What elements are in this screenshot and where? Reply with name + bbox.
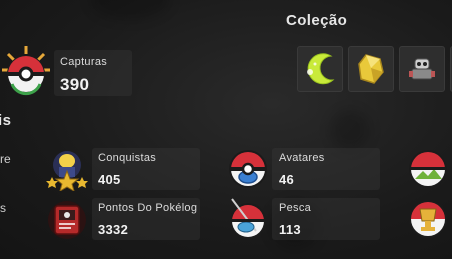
stat-value: 3332: [98, 222, 129, 237]
captures-label: Capturas: [60, 56, 108, 68]
collection-slot[interactable]: [297, 46, 343, 92]
pokelog-icon: [46, 200, 88, 240]
collection-title: Coleção: [286, 12, 348, 29]
stat-value: 113: [279, 222, 301, 237]
crescent-moon-icon: [307, 53, 335, 85]
stat-label: Conquistas: [98, 152, 157, 164]
stat-value: 405: [98, 172, 121, 187]
collection-slot[interactable]: [348, 46, 394, 92]
stat-label: Avatares: [279, 152, 325, 164]
trophy-pokeball-icon: [408, 199, 448, 239]
captures-value: 390: [60, 75, 90, 94]
avatar-pokeball-icon: [228, 149, 268, 189]
collection-slot[interactable]: [399, 46, 445, 92]
background-shadow: [330, 110, 370, 150]
partial-section-title: is: [0, 112, 12, 129]
gold-crystal-icon: [358, 54, 384, 84]
partial-row-label: re: [0, 152, 11, 166]
stat-label: Pesca: [279, 202, 312, 214]
partial-row-label: s: [0, 201, 6, 215]
trainer-figure-icon: [409, 58, 435, 80]
background-shadow: [90, 0, 170, 20]
stat-value: 46: [279, 172, 295, 187]
pokeball-badge-icon: [0, 44, 52, 96]
trophy-pokemon-icon: [44, 147, 90, 193]
landscape-pokeball-icon: [408, 149, 448, 189]
stat-label: Pontos Do Pokélog: [98, 202, 198, 214]
fishing-pokeball-icon: [226, 197, 270, 241]
